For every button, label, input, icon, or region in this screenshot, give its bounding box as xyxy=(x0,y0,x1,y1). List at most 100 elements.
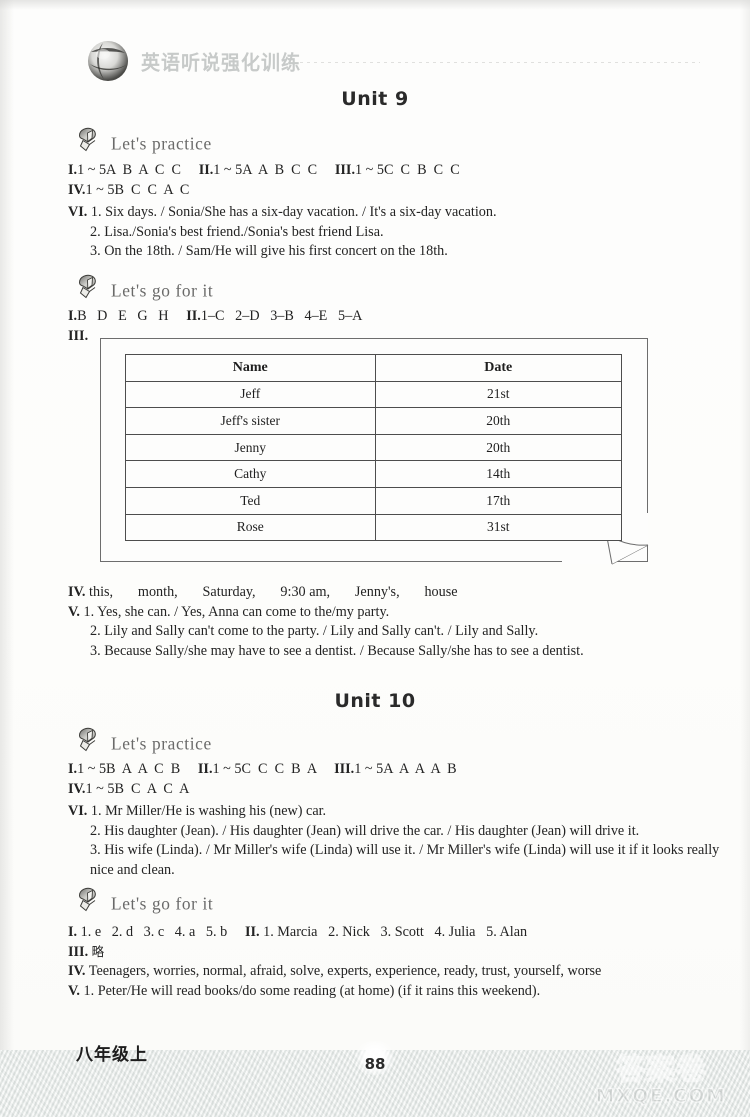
section-heading-label: Let's go for it xyxy=(111,280,214,301)
page-edge-right xyxy=(740,0,750,1050)
unit9-practice-answers: I.1 ~ 5A B A C C II.1 ~ 5A A B C C III.1… xyxy=(68,161,460,200)
cell-name: Rose xyxy=(125,513,376,542)
table-row: Ted 17th xyxy=(125,486,622,515)
answer-line: 3. On the 18th. / Sam/He will give his f… xyxy=(68,242,497,262)
answer-key-page: 英语听说强化训练 Unit 9 Let's practice I.1 ~ 5A … xyxy=(0,0,750,1117)
answer-text: 略 xyxy=(91,943,105,959)
answer-text: 1. Mr Miller/He is washing his (new) car… xyxy=(90,803,327,819)
cell-date: 20th xyxy=(374,433,622,462)
answer-line: IV.1 ~ 5B C C A C xyxy=(68,181,460,201)
unit9-lets-practice-heading: Let's practice xyxy=(76,126,211,154)
roman-numeral: IV. xyxy=(68,584,86,600)
table-row: Cathy 14th xyxy=(125,460,622,488)
masthead: 英语听说强化训练 xyxy=(85,38,301,84)
section-heading-label: Let's practice xyxy=(111,733,212,754)
answer-text: 3. His wife (Linda). / Mr Miller's wife … xyxy=(90,842,720,878)
roman-numeral: IV. xyxy=(68,963,86,980)
name-date-table: Name Date Jeff 21st Jeff's sister 20th J… xyxy=(125,354,622,542)
answer-text: 1 ~ 5B C A C A xyxy=(85,780,190,797)
answer-text: 2. Lisa./Sonia's best friend./Sonia's be… xyxy=(90,223,384,240)
answer-text: 1 ~ 5C C B C C xyxy=(355,162,460,178)
table-row: Rose 31st xyxy=(125,513,622,542)
unit-10-title: Unit 10 xyxy=(334,690,416,712)
speaker-icon xyxy=(76,126,104,153)
roman-numeral: VI. xyxy=(68,803,88,819)
answer-text: 1 ~ 5B C C A C xyxy=(85,181,190,198)
globe-icon xyxy=(85,38,131,84)
answer-text: 3. On the 18th. / Sam/He will give his f… xyxy=(90,243,448,260)
page-number: 88 xyxy=(364,1055,386,1073)
roman-numeral: II. xyxy=(197,761,213,777)
roman-numeral: III. xyxy=(334,761,355,777)
answer-line: IV.1 ~ 5B C A C A xyxy=(68,780,457,800)
unit10-practice-vi: VI. 1. Mr Miller/He is washing his (new)… xyxy=(68,802,728,880)
answer-line: 3. His wife (Linda). / Mr Miller's wife … xyxy=(68,841,730,880)
cell-name: Jenny xyxy=(125,433,376,462)
answer-line: IV. this, month, Saturday, 9:30 am, Jenn… xyxy=(68,583,584,603)
answer-line: I. 1. e 2. d 3. c 4. a 5. b II. 1. Marci… xyxy=(68,923,601,943)
table-row: Jenny 20th xyxy=(125,433,622,462)
unit9-lets-go-for-it-heading: Let's go for it xyxy=(76,273,214,301)
column-header-date: Date xyxy=(374,354,622,382)
roman-numeral: I. xyxy=(68,761,78,777)
roman-numeral: VI. xyxy=(68,204,88,220)
table-row: Jeff's sister 20th xyxy=(125,407,622,435)
cell-date: 20th xyxy=(374,407,622,435)
answer-line: III. 略 xyxy=(68,943,601,963)
roman-numeral: II. xyxy=(198,162,214,178)
roman-numeral: I. xyxy=(68,924,78,940)
roman-numeral: IV. xyxy=(68,181,86,198)
roman-numeral: III. xyxy=(68,327,89,344)
answer-text: 2. His daughter (Jean). / His daughter (… xyxy=(90,822,640,839)
unit9-go-iv-v: IV. this, month, Saturday, 9:30 am, Jenn… xyxy=(68,583,584,661)
unit10-go-answers: I. 1. e 2. d 3. c 4. a 5. b II. 1. Marci… xyxy=(68,923,601,1001)
roman-numeral: I. xyxy=(68,162,78,178)
cell-name: Jeff xyxy=(125,380,376,409)
cell-date: 21st xyxy=(374,380,622,409)
masthead-title: 英语听说强化训练 xyxy=(141,51,302,75)
answer-text: 1 ~ 5C C C B A xyxy=(212,761,317,777)
cell-name: Ted xyxy=(125,486,376,515)
answer-text: 1. e 2. d 3. c 4. a 5. b xyxy=(80,924,228,940)
section-heading-label: Let's go for it xyxy=(111,893,214,914)
page-edge-top xyxy=(0,0,750,10)
answer-line: V. 1. Yes, she can. / Yes, Anna can come… xyxy=(68,603,584,623)
answer-text: 1–C 2–D 3–B 4–E 5–A xyxy=(200,308,363,324)
speaker-icon xyxy=(76,273,104,300)
cell-date: 17th xyxy=(374,486,622,515)
answer-text: this, month, Saturday, 9:30 am, Jenny's,… xyxy=(89,584,458,600)
answer-text: 1 ~ 5B A A C B xyxy=(77,761,181,777)
answer-line: VI. 1. Six days. / Sonia/She has a six-d… xyxy=(68,203,497,223)
answer-line: VI. 1. Mr Miller/He is washing his (new)… xyxy=(68,802,728,822)
unit10-lets-practice-heading: Let's practice xyxy=(76,726,212,754)
answer-line: 2. His daughter (Jean). / His daughter (… xyxy=(68,822,728,842)
masthead-rule xyxy=(300,62,700,63)
answer-text: 1. Six days. / Sonia/She has a six-day v… xyxy=(90,204,497,220)
cell-name: Jeff's sister xyxy=(125,407,376,435)
answer-line: 2. Lisa./Sonia's best friend./Sonia's be… xyxy=(68,223,497,243)
answer-line: I.1 ~ 5A B A C C II.1 ~ 5A A B C C III.1… xyxy=(68,161,460,181)
column-header-name: Name xyxy=(125,354,376,382)
page-edge-left xyxy=(0,0,14,1050)
answer-text: 1. Yes, she can. / Yes, Anna can come to… xyxy=(83,603,390,620)
answer-line: I.1 ~ 5B A A C B II.1 ~ 5C C C B A III.1… xyxy=(68,760,457,780)
cell-date: 31st xyxy=(374,513,622,542)
answer-text: B D E G H xyxy=(77,308,169,324)
cell-date: 14th xyxy=(374,460,622,488)
roman-numeral: V. xyxy=(68,603,80,620)
answer-line: IV. Teenagers, worries, normal, afraid, … xyxy=(68,962,601,982)
answer-text: 3. Because Sally/she may have to see a d… xyxy=(90,642,584,659)
answer-line: 3. Because Sally/she may have to see a d… xyxy=(68,642,584,662)
table-header-row: Name Date xyxy=(125,354,622,382)
answer-text: 2. Lily and Sally can't come to the part… xyxy=(90,623,539,640)
cell-name: Cathy xyxy=(125,460,376,488)
roman-numeral: III. xyxy=(68,943,89,960)
roman-numeral: V. xyxy=(68,982,80,999)
unit-9-block: Unit 9 xyxy=(0,88,750,110)
answer-line: I.B D E G H II.1–C 2–D 3–B 4–E 5–A xyxy=(68,307,362,327)
roman-numeral: I. xyxy=(68,308,78,324)
roman-numeral: III. xyxy=(334,162,356,178)
unit-9-title: Unit 9 xyxy=(341,88,409,110)
answer-line: V. 1. Peter/He will read books/do some r… xyxy=(68,982,601,1002)
answer-text: 1 ~ 5A B A C C xyxy=(77,162,181,178)
